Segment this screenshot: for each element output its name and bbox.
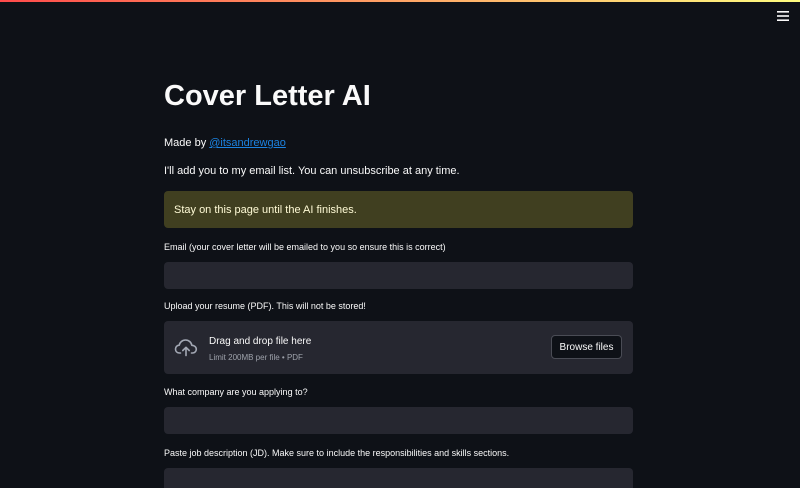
top-decoration-bar — [0, 0, 800, 2]
resume-dropzone[interactable]: Drag and drop file here Limit 200MB per … — [164, 321, 633, 374]
cloud-upload-icon — [174, 336, 198, 358]
made-by-prefix: Made by — [164, 137, 210, 149]
warning-text: Stay on this page until the AI finishes. — [174, 203, 357, 216]
company-field[interactable] — [164, 407, 633, 434]
email-label: Email (your cover letter will be emailed… — [164, 242, 446, 252]
upload-label: Upload your resume (PDF). This will not … — [164, 301, 366, 311]
email-field[interactable] — [164, 262, 633, 289]
job-description-textarea[interactable] — [164, 468, 633, 488]
dropzone-instructions: Drag and drop file here Limit 200MB per … — [209, 335, 311, 363]
company-label: What company are you applying to? — [164, 387, 308, 397]
main-menu-button[interactable] — [774, 8, 792, 24]
page-title: Cover Letter AI — [164, 80, 371, 112]
dropzone-title: Drag and drop file here — [209, 336, 312, 347]
hamburger-menu-icon — [777, 11, 789, 21]
email-list-note: I'll add you to my email list. You can u… — [164, 165, 460, 177]
browse-files-button[interactable]: Browse files — [551, 335, 622, 359]
job-description-label: Paste job description (JD). Make sure to… — [164, 448, 510, 458]
dropzone-limit: Limit 200MB per file • PDF — [209, 353, 303, 362]
author-link[interactable]: @itsandrewgao — [209, 137, 286, 149]
made-by-line: Made by @itsandrewgao — [164, 136, 633, 150]
main-content: Cover Letter AI Made by @itsandrewgao I'… — [164, 78, 633, 488]
warning-alert: Stay on this page until the AI finishes. — [164, 191, 633, 228]
